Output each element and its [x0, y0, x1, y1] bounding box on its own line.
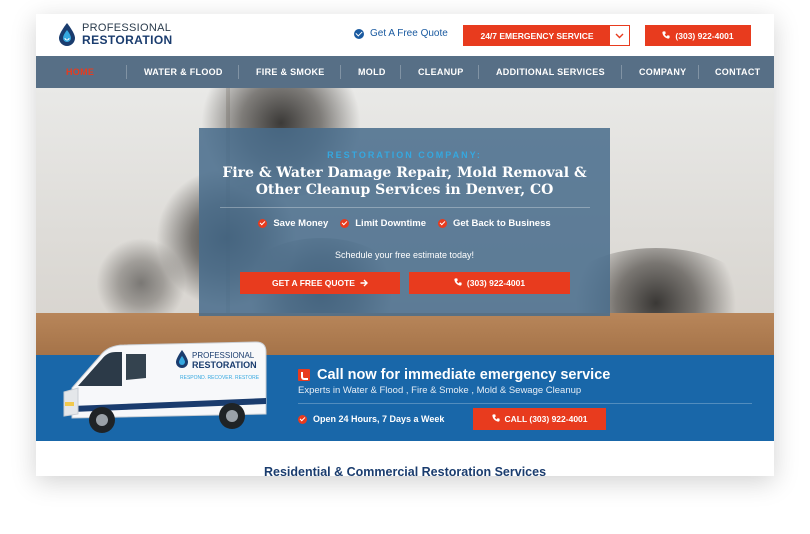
nav-item-water-flood[interactable]: WATER & FLOOD — [144, 56, 238, 88]
get-quote-link[interactable]: Get A Free Quote — [354, 28, 448, 39]
phone-icon — [491, 414, 500, 424]
benefit-item: Get Back to Business — [437, 218, 551, 229]
check-circle-icon — [437, 219, 447, 228]
benefit-label: Get Back to Business — [452, 218, 551, 229]
site-logo[interactable]: PROFESSIONAL RESTORATION — [57, 22, 173, 46]
get-quote-label: Get A Free Quote — [370, 28, 448, 39]
nav-divider — [621, 65, 622, 79]
emergency-band: PROFESSIONAL RESTORATION RESPOND. RECOVE… — [36, 341, 774, 441]
arrow-right-icon — [360, 279, 368, 287]
hero-buttons: GET A FREE QUOTE (303) 922-4001 — [240, 272, 570, 294]
band-title: Call now for immediate emergency service — [298, 367, 610, 383]
benefit-item: Limit Downtime — [340, 218, 426, 229]
nav-item-mold[interactable]: MOLD — [358, 56, 400, 88]
emergency-service-dropdown[interactable]: 24/7 EMERGENCY SERVICE — [463, 25, 630, 46]
check-circle-icon — [258, 219, 268, 228]
emergency-service-label: 24/7 EMERGENCY SERVICE — [464, 26, 610, 45]
nav-divider — [238, 65, 239, 79]
van-tagline: RESPOND. RECOVER. RESTORE — [180, 375, 260, 381]
nav-item-contact[interactable]: CONTACT — [715, 56, 767, 88]
chevron-down-icon[interactable] — [610, 26, 629, 45]
get-free-quote-label: GET A FREE QUOTE — [272, 278, 355, 288]
band-call-label: CALL (303) 922-4001 — [504, 414, 588, 424]
check-circle-icon — [354, 28, 364, 39]
hero-panel: RESTORATION COMPANY: Fire & Water Damage… — [199, 128, 610, 316]
band-title-text: Call now for immediate emergency service — [317, 367, 611, 383]
phone-icon — [662, 30, 671, 41]
benefit-item: Save Money — [258, 218, 328, 229]
nav-item-company[interactable]: COMPANY — [639, 56, 698, 88]
phone-square-icon — [298, 369, 310, 381]
benefit-label: Save Money — [273, 218, 329, 229]
phone-icon — [454, 278, 462, 288]
hero-title: Fire & Water Damage Repair, Mold Removal… — [222, 165, 587, 198]
header-phone-label: (303) 922-4001 — [675, 30, 734, 41]
nav-item-cleanup[interactable]: CLEANUP — [418, 56, 478, 88]
check-circle-icon — [340, 219, 350, 228]
nav-divider — [126, 65, 127, 79]
hero-phone-label: (303) 922-4001 — [466, 278, 526, 288]
band-call-button[interactable]: CALL (303) 922-4001 — [473, 408, 606, 430]
nav-divider — [478, 65, 479, 79]
main-nav: HOME WATER & FLOOD FIRE & SMOKE MOLD CLE… — [36, 56, 774, 88]
hero-phone-button[interactable]: (303) 922-4001 — [409, 272, 570, 294]
header-phone-button[interactable]: (303) 922-4001 — [645, 25, 751, 46]
nav-divider — [400, 65, 401, 79]
logo-line-2: RESTORATION — [82, 32, 173, 47]
hero-benefits: Save Money Limit Downtime Get Back to Bu… — [199, 218, 610, 229]
benefit-label: Limit Downtime — [355, 218, 426, 229]
browser-page: PROFESSIONAL RESTORATION Get A Free Quot… — [36, 14, 774, 476]
schedule-text: Schedule your free estimate today! — [334, 250, 475, 260]
hero-section: RESTORATION COMPANY: Fire & Water Damage… — [36, 88, 774, 355]
van-logo-line-1: PROFESSIONAL — [192, 351, 255, 360]
van-logo-line-2: RESTORATION — [192, 360, 257, 370]
nav-item-additional-services[interactable]: ADDITIONAL SERVICES — [496, 56, 621, 88]
nav-item-fire-smoke[interactable]: FIRE & SMOKE — [256, 56, 340, 88]
band-divider — [298, 403, 752, 404]
nav-divider — [698, 65, 699, 79]
service-van: PROFESSIONAL RESTORATION RESPOND. RECOVE… — [63, 341, 267, 433]
check-circle-icon — [298, 414, 307, 424]
water-drop-icon — [59, 23, 75, 46]
get-free-quote-button[interactable]: GET A FREE QUOTE — [240, 272, 400, 294]
nav-item-home[interactable]: HOME — [66, 56, 126, 88]
open-hours-label: Open 24 Hours, 7 Days a Week — [313, 414, 445, 424]
band-subtitle: Experts in Water & Flood , Fire & Smoke … — [298, 385, 582, 396]
open-hours: Open 24 Hours, 7 Days a Week — [298, 414, 444, 424]
site-header: PROFESSIONAL RESTORATION Get A Free Quot… — [36, 14, 774, 56]
logo-line-1: PROFESSIONAL — [82, 21, 172, 34]
nav-divider — [340, 65, 341, 79]
hero-kicker: RESTORATION COMPANY: — [327, 150, 482, 160]
hero-divider — [219, 207, 590, 208]
services-heading: Residential & Commercial Restoration Ser… — [263, 465, 547, 476]
